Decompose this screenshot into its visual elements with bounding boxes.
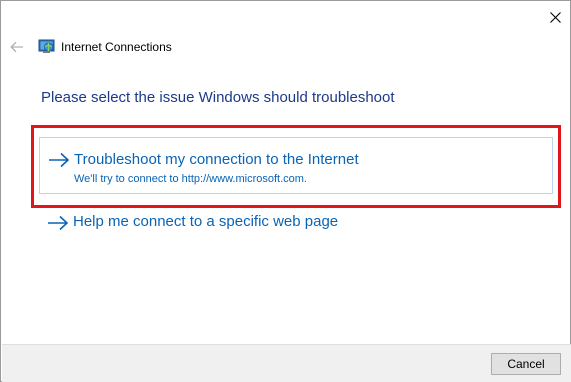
- footer-bar: Cancel: [2, 344, 571, 382]
- option-troubleshoot-internet[interactable]: Troubleshoot my connection to the Intern…: [39, 137, 553, 194]
- right-arrow-icon: [48, 215, 69, 231]
- option-title: Help me connect to a specific web page: [73, 213, 339, 230]
- close-button[interactable]: [539, 2, 571, 32]
- option-subtitle: We'll try to connect to http://www.micro…: [74, 173, 307, 185]
- troubleshooter-window: Internet Connections Please select the i…: [0, 0, 571, 382]
- page-heading: Please select the issue Windows should t…: [41, 89, 395, 106]
- window-title: Internet Connections: [61, 40, 172, 54]
- title-bar: Internet Connections: [1, 33, 570, 61]
- cancel-button[interactable]: Cancel: [491, 353, 561, 375]
- back-arrow-icon: [10, 41, 23, 53]
- internet-connections-icon: [38, 39, 55, 53]
- option-title: Troubleshoot my connection to the Intern…: [74, 151, 359, 168]
- back-button[interactable]: [5, 35, 29, 59]
- close-icon: [549, 11, 561, 23]
- right-arrow-icon: [49, 152, 70, 168]
- option-specific-web-page[interactable]: Help me connect to a specific web page: [39, 207, 439, 237]
